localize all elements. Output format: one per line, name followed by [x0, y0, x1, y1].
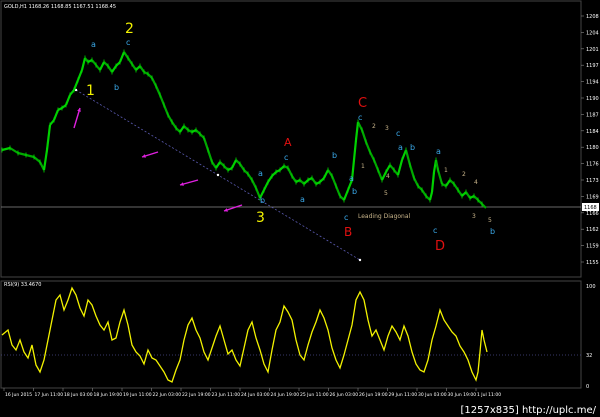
wave-label-n5: 5 — [384, 190, 388, 197]
price-tick-label: 1162 — [586, 227, 599, 233]
wave-label-a4: a — [349, 174, 354, 183]
time-axis: 16 Jun 2015 17 Jun 11:00 18 Jun 03:00 18 Ju… — [3, 388, 501, 398]
watermark-text: [1257x835] http://uplc.me/ — [461, 405, 597, 416]
wave-label-m2: 2 — [462, 171, 466, 178]
wave-label-w1: 1 — [86, 83, 95, 99]
rsi-axis: 100 32 0 — [586, 284, 596, 390]
price-tick-label: 1173 — [586, 178, 599, 184]
time-tick-label: 19 Jun 11:00 — [123, 392, 152, 398]
time-tick-label: 25 Jun 11:00 — [300, 392, 329, 398]
wave-label-b4: b — [352, 187, 357, 196]
rsi-tick-label: 0 — [586, 384, 589, 390]
time-tick-label: 23 Jun 11:00 — [212, 392, 241, 398]
price-axis: 1208 1204 1201 1197 1194 1190 1187 1184 1180 1176… — [581, 14, 599, 266]
wave-label-b2: b — [260, 196, 265, 205]
wave-label-wD: D — [435, 239, 445, 254]
wave-label-c3: c — [344, 213, 348, 222]
wave-label-m1: 1 — [444, 167, 448, 174]
chart-canvas[interactable]: GOLD,H1 1168.26 1168.85 1167.51 1168.45 … — [0, 0, 600, 417]
wave-label-b1: b — [114, 83, 119, 92]
price-tick-label: 1159 — [586, 244, 599, 250]
time-tick-label: 26 Jun 19:00 — [359, 392, 388, 398]
time-tick-label: 30 Jun 03:00 — [418, 392, 447, 398]
wave-label-n1: 1 — [361, 163, 365, 170]
price-tick-label: 1190 — [586, 96, 599, 102]
price-tick-label: 1194 — [586, 80, 599, 86]
wave-label-c4: c — [358, 113, 362, 122]
time-tick-label: 22 Jun 19:00 — [182, 392, 211, 398]
wave-label-wB: B — [344, 225, 352, 239]
price-tick-label: 1184 — [586, 129, 599, 135]
current-price-tag-text: 1168 — [584, 205, 597, 211]
symbol-header: GOLD,H1 1168.26 1168.85 1167.51 1168.45 — [4, 4, 116, 10]
rsi-subwindow-frame — [0, 280, 582, 389]
time-tick-label: 18 Jun 19:00 — [94, 392, 123, 398]
wave-label-b6: b — [490, 227, 495, 236]
wave-label-n3: 3 — [385, 125, 389, 132]
wave-label-diag: Leading Diagonal — [358, 213, 411, 220]
rsi-header: RSI(9) 33.4670 — [4, 282, 41, 288]
wave-label-c6: c — [396, 129, 400, 138]
wave-label-c2: c — [284, 153, 288, 162]
price-tick-label: 1166 — [586, 211, 599, 217]
price-tick-label: 1176 — [586, 162, 599, 168]
price-tick-label: 1204 — [586, 30, 599, 36]
time-tick-label: 30 Jun 19:00 — [448, 392, 477, 398]
trendline-anchor-mid — [216, 173, 220, 177]
wave-label-m5: 5 — [488, 217, 492, 224]
price-tick-label: 1197 — [586, 63, 599, 69]
price-tick-label: 1187 — [586, 112, 599, 118]
wave-label-n4: 4 — [386, 173, 390, 180]
wave-label-n2: 2 — [372, 123, 376, 130]
wave-label-a6: a — [436, 147, 441, 156]
wave-label-b3: b — [332, 151, 337, 160]
wave-label-a2: a — [258, 169, 263, 178]
wave-label-b5: b — [410, 143, 415, 152]
time-tick-label: 18 Jun 03:00 — [64, 392, 93, 398]
time-tick-label: 16 Jun 2015 — [5, 392, 32, 398]
price-tick-label: 1208 — [586, 14, 599, 20]
wave-label-a1: a — [91, 40, 96, 49]
wave-label-a5: a — [398, 143, 403, 152]
time-tick-label: 1 Jul 11:00 — [477, 392, 501, 398]
time-tick-label: 29 Jun 11:00 — [389, 392, 418, 398]
chart-window[interactable]: GOLD,H1 1168.26 1168.85 1167.51 1168.45 … — [0, 0, 600, 417]
wave-label-w2: 2 — [125, 21, 134, 37]
trendline-anchor-end — [358, 258, 362, 262]
wave-label-m3: 3 — [472, 213, 476, 220]
wave-label-c1: c — [126, 38, 130, 47]
wave-label-m4: 4 — [474, 179, 478, 186]
price-tick-label: 1155 — [586, 260, 599, 266]
price-tick-label: 1169 — [586, 194, 599, 200]
rsi-tick-label: 100 — [586, 284, 596, 290]
time-tick-label: 26 Jun 03:00 — [330, 392, 359, 398]
time-tick-label: 17 Jun 11:00 — [35, 392, 64, 398]
wave-label-wA: A — [284, 136, 292, 149]
price-tick-label: 1201 — [586, 47, 599, 53]
wave-label-wC: C — [358, 96, 367, 111]
wave-label-a3: a — [300, 195, 305, 204]
time-tick-label: 22 Jun 03:00 — [153, 392, 182, 398]
rsi-tick-label: 32 — [586, 353, 592, 359]
wave-label-w3: 3 — [256, 210, 265, 226]
wave-label-c5: c — [433, 226, 437, 235]
time-tick-label: 24 Jun 03:00 — [241, 392, 270, 398]
price-tick-label: 1180 — [586, 145, 599, 151]
time-tick-label: 24 Jun 19:00 — [271, 392, 300, 398]
